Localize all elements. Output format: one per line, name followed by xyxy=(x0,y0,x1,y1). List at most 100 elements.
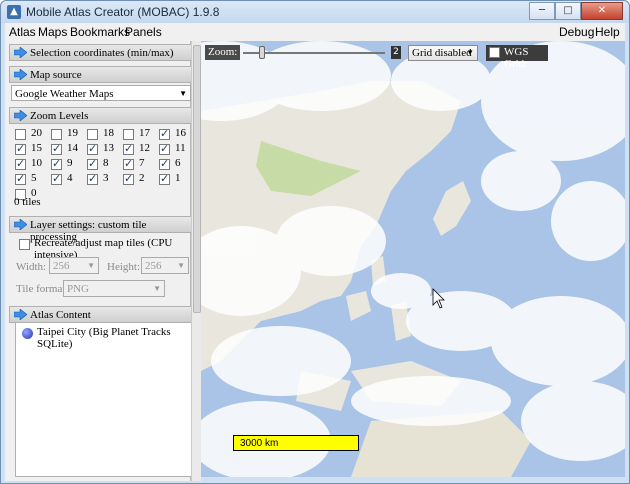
zoom-level-label: 11 xyxy=(175,142,186,154)
minimize-button[interactable]: ─ xyxy=(529,2,555,20)
zoom-levels-label: Zoom Levels xyxy=(30,110,89,122)
zoom-level-checkbox[interactable] xyxy=(15,129,26,140)
zoom-level-checkbox[interactable] xyxy=(51,142,62,155)
collapse-arrow-icon xyxy=(14,309,27,320)
width-value: 256 xyxy=(53,260,70,272)
map-source-value: Google Weather Maps xyxy=(15,88,114,100)
scale-bar-label: 3000 km xyxy=(240,438,279,449)
zoom-level-label: 1 xyxy=(175,172,181,184)
menu-bookmarks[interactable]: Bookmarks xyxy=(70,25,130,39)
map-image xyxy=(201,41,625,477)
zoom-level-checkbox[interactable] xyxy=(15,172,26,185)
zoom-level-label: 13 xyxy=(103,142,114,154)
zoom-level-label: 19 xyxy=(67,127,78,139)
scale-bar: 3000 km xyxy=(233,435,359,451)
app-window: ▲ Mobile Atlas Creator (MOBAC) 1.9.8 ─ □… xyxy=(0,0,630,484)
recreate-tiles-checkbox[interactable] xyxy=(19,239,30,250)
zoom-level-label: 7 xyxy=(139,157,145,169)
wgs-grid-toggle[interactable]: WGS Grid: xyxy=(486,45,548,70)
selection-coordinates-label: Selection coordinates (min/max) xyxy=(30,47,174,59)
zoom-level-label: 12 xyxy=(139,142,150,154)
tiles-count: 0 tiles xyxy=(14,196,41,208)
width-select[interactable]: 256 ▼ xyxy=(49,257,99,274)
menu-bar: Atlas Maps Bookmarks Panels Debug Help xyxy=(5,23,625,41)
atlas-content-tree[interactable]: Taipei City (Big Planet Tracks SQLite) xyxy=(15,322,193,477)
zoom-level-checkbox[interactable] xyxy=(51,157,62,170)
height-select[interactable]: 256 ▼ xyxy=(141,257,189,274)
zoom-level-checkbox[interactable] xyxy=(87,129,98,140)
wgs-grid-label: WGS Grid: xyxy=(504,46,529,70)
zoom-slider-knob[interactable] xyxy=(259,46,265,59)
height-label: Height: xyxy=(107,261,140,273)
grid-select[interactable]: Grid disabled ▼ xyxy=(408,45,478,61)
zoom-label: Zoom: xyxy=(205,45,241,60)
zoom-levels-header[interactable]: Zoom Levels xyxy=(9,107,193,124)
chevron-down-icon: ▼ xyxy=(179,89,187,98)
chevron-down-icon: ▼ xyxy=(466,48,474,57)
zoom-level-checkbox[interactable] xyxy=(51,129,62,140)
tile-format-label: Tile format: xyxy=(16,283,69,295)
zoom-level-checkbox[interactable] xyxy=(123,157,134,170)
menu-debug[interactable]: Debug xyxy=(559,25,594,39)
map-source-select[interactable]: Google Weather Maps ▼ xyxy=(11,85,191,101)
zoom-level-label: 6 xyxy=(175,157,181,169)
zoom-level-label: 17 xyxy=(139,127,150,139)
zoom-level-label: 4 xyxy=(67,172,73,184)
layer-settings-header[interactable]: Layer settings: custom tile processing xyxy=(9,216,193,243)
map-view[interactable] xyxy=(201,41,625,477)
expand-arrow-icon xyxy=(14,47,27,58)
zoom-level-checkbox[interactable] xyxy=(123,129,134,140)
zoom-level-checkbox[interactable] xyxy=(159,157,170,170)
title-bar[interactable]: ▲ Mobile Atlas Creator (MOBAC) 1.9.8 ─ □… xyxy=(1,1,629,23)
maximize-button[interactable]: □ xyxy=(555,2,581,20)
zoom-level-label: 10 xyxy=(31,157,42,169)
menu-help[interactable]: Help xyxy=(595,25,620,39)
zoom-level-checkbox[interactable] xyxy=(159,127,170,140)
zoom-level-checkbox[interactable] xyxy=(87,142,98,155)
menu-atlas[interactable]: Atlas xyxy=(9,25,36,39)
panel-scrollbar[interactable] xyxy=(191,41,201,481)
tile-format-select[interactable]: PNG ▼ xyxy=(63,280,165,297)
zoom-level-label: 14 xyxy=(67,142,78,154)
atlas-content-header[interactable]: Atlas Content xyxy=(9,306,193,323)
collapse-arrow-icon xyxy=(14,69,27,80)
zoom-level-label: 2 xyxy=(139,172,145,184)
window-title: Mobile Atlas Creator (MOBAC) 1.9.8 xyxy=(26,5,220,19)
wgs-grid-checkbox[interactable] xyxy=(489,47,500,58)
zoom-level-checkbox[interactable] xyxy=(51,172,62,185)
left-panel: Selection coordinates (min/max) Map sour… xyxy=(5,41,193,481)
collapse-arrow-icon xyxy=(14,110,27,121)
zoom-level-checkbox[interactable] xyxy=(87,157,98,170)
zoom-level-checkbox[interactable] xyxy=(123,172,134,185)
zoom-level-label: 3 xyxy=(103,172,109,184)
menu-maps[interactable]: Maps xyxy=(38,25,67,39)
zoom-level-label: 5 xyxy=(31,172,37,184)
width-label: Width: xyxy=(16,261,47,273)
zoom-level-checkbox[interactable] xyxy=(15,142,26,155)
app-icon: ▲ xyxy=(7,5,21,19)
scrollbar-thumb[interactable] xyxy=(193,45,201,313)
menu-panels[interactable]: Panels xyxy=(125,25,162,39)
chevron-down-icon: ▼ xyxy=(87,261,95,270)
atlas-item[interactable]: Taipei City (Big Planet Tracks SQLite) xyxy=(37,326,192,350)
tile-format-value: PNG xyxy=(67,283,90,295)
close-button[interactable]: ✕ xyxy=(581,2,623,20)
selection-coordinates-header[interactable]: Selection coordinates (min/max) xyxy=(9,44,193,61)
zoom-control: Zoom: 2 xyxy=(205,45,401,61)
map-source-header[interactable]: Map source xyxy=(9,66,193,83)
zoom-value: 2 xyxy=(391,46,401,59)
zoom-level-label: 18 xyxy=(103,127,114,139)
zoom-level-checkbox[interactable] xyxy=(87,172,98,185)
zoom-level-checkbox[interactable] xyxy=(15,157,26,170)
chevron-down-icon: ▼ xyxy=(177,261,185,270)
chevron-down-icon: ▼ xyxy=(153,284,161,293)
zoom-level-checkbox[interactable] xyxy=(123,142,134,155)
zoom-level-label: 9 xyxy=(67,157,73,169)
map-source-label: Map source xyxy=(30,69,82,81)
zoom-level-checkbox[interactable] xyxy=(159,142,170,155)
zoom-level-label: 15 xyxy=(31,142,42,154)
height-value: 256 xyxy=(145,260,162,272)
atlas-content-label: Atlas Content xyxy=(30,309,91,321)
zoom-level-label: 8 xyxy=(103,157,109,169)
zoom-level-checkbox[interactable] xyxy=(159,172,170,185)
